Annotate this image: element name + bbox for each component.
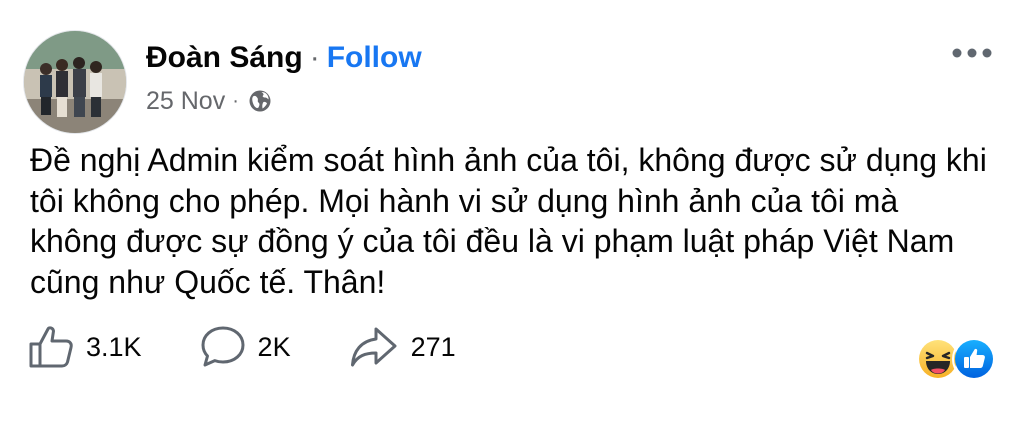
post-actions: 3.1K 2K 271 bbox=[28, 322, 514, 372]
comment-button[interactable]: 2K bbox=[200, 325, 291, 369]
author-avatar[interactable] bbox=[23, 30, 127, 134]
meta-separator: · bbox=[232, 89, 239, 112]
more-options-button[interactable] bbox=[948, 38, 996, 68]
author-name[interactable]: Đoàn Sáng bbox=[146, 41, 303, 75]
post-date[interactable]: 25 Nov bbox=[146, 87, 225, 116]
follow-button[interactable]: Follow bbox=[327, 41, 422, 75]
like-button[interactable]: 3.1K bbox=[28, 325, 142, 369]
share-count: 271 bbox=[410, 331, 456, 362]
post-text: Đề nghị Admin kiểm soát hình ảnh của tôi… bbox=[30, 142, 987, 300]
post-meta: 25 Nov · bbox=[146, 84, 272, 118]
globe-icon[interactable] bbox=[248, 89, 272, 113]
avatar-photo bbox=[24, 31, 126, 133]
post-header: Đoàn Sáng · Follow bbox=[146, 38, 422, 78]
thumbs-up-icon bbox=[29, 326, 73, 368]
like-reaction-icon bbox=[952, 337, 996, 381]
share-button[interactable]: 271 bbox=[349, 325, 456, 369]
comment-count: 2K bbox=[257, 331, 291, 362]
reactions-summary[interactable] bbox=[916, 337, 998, 381]
header-separator: · bbox=[309, 41, 320, 74]
share-icon bbox=[350, 327, 397, 367]
like-count: 3.1K bbox=[86, 331, 142, 362]
comment-icon bbox=[201, 326, 245, 367]
more-horizontal-icon bbox=[952, 48, 992, 58]
